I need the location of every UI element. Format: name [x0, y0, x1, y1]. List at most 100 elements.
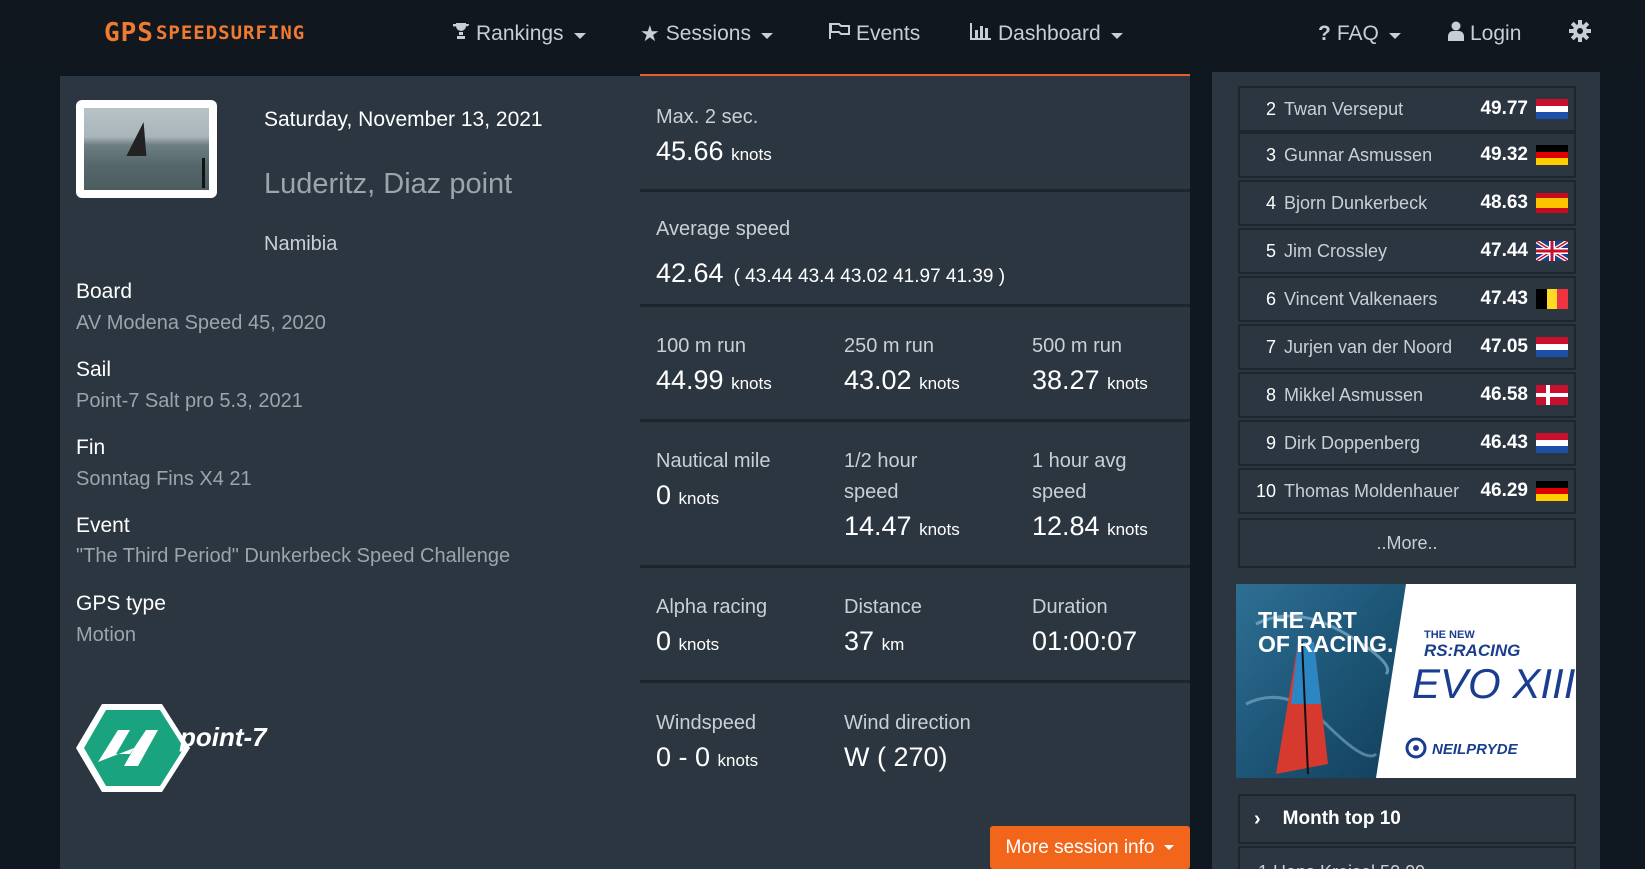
max2-block: Max. 2 sec. 45.66 knots [640, 76, 1190, 192]
rider-name[interactable]: Bjorn Dunkerbeck [1284, 193, 1480, 214]
ad-brand: NEILPRYDE [1432, 741, 1519, 758]
distance-label: Distance [844, 596, 922, 618]
flag-icon [828, 22, 850, 46]
rider-name[interactable]: Vincent Valkenaers [1284, 289, 1480, 310]
rider-speed: 49.77 [1480, 98, 1528, 119]
ad-line1: THE ART [1258, 607, 1357, 633]
run250-unit: knots [919, 374, 960, 393]
rank-number: 6 [1265, 288, 1276, 309]
sail-label: Sail [76, 358, 112, 381]
run100-label: 100 m run [656, 335, 747, 357]
duration-label: Duration [1032, 596, 1108, 618]
month-top10-header[interactable]: › Month top 10 [1238, 794, 1576, 844]
nav-dashboard-label: Dashboard [998, 22, 1101, 45]
ranking-row[interactable]: 10 Thomas Moldenhauer 46.29 [1238, 468, 1576, 514]
rider-name[interactable]: Mikkel Asmussen [1284, 385, 1480, 406]
ranking-more-link[interactable]: ..More.. [1238, 518, 1576, 568]
run500-unit: knots [1107, 374, 1148, 393]
hour-unit: knots [1107, 520, 1148, 539]
winddir-value: W ( 270) [844, 742, 948, 772]
alpha-value: 0 [656, 626, 672, 656]
windsurf-photo [84, 108, 209, 190]
rank-number: 8 [1265, 384, 1276, 405]
nav-events[interactable]: Events [828, 18, 920, 50]
average-block: Average speed 42.64 ( 43.44 43.4 43.02 41… [640, 192, 1190, 307]
nav-login[interactable]: Login [1448, 18, 1521, 50]
nav-rankings[interactable]: Rankings [452, 18, 586, 50]
chevron-down-icon [760, 32, 773, 39]
nav-dashboard[interactable]: Dashboard [970, 18, 1123, 50]
windspeed-unit: knots [717, 751, 759, 770]
more-session-info-button[interactable]: More session info [990, 826, 1190, 869]
rider-speed: 47.43 [1480, 288, 1528, 309]
run500-label: 500 m run [1032, 335, 1123, 357]
rank-number: 10 [1255, 480, 1276, 501]
flag-nl-icon [1536, 99, 1568, 119]
ranking-row[interactable]: 8 Mikkel Asmussen 46.58 [1238, 372, 1576, 418]
fin-value: Sonntag Fins X4 21 [76, 468, 252, 490]
ranking-row[interactable]: 3 Gunnar Asmussen 49.32 [1238, 132, 1576, 178]
halfhour-label-2: speed [844, 481, 899, 503]
flag-de-icon [1536, 481, 1568, 501]
hour-label-1: 1 hour avg [1032, 450, 1127, 472]
month-top10-first-row[interactable]: 1 Hans Kreisel 50.09 [1238, 846, 1576, 869]
logo-speedsurfing: SPEEDSURFING [155, 22, 306, 44]
rider-name[interactable]: Thomas Moldenhauer [1284, 481, 1480, 502]
site-logo[interactable]: GPS SPEEDSURFING [104, 18, 305, 48]
nav-events-label: Events [856, 22, 921, 45]
run250-value: 43.02 [844, 365, 912, 395]
rider-name[interactable]: Jim Crossley [1284, 241, 1480, 262]
average-value: 42.64 [656, 258, 724, 288]
neilpryde-ad[interactable]: THE ART OF RACING. THE NEW RS:RACING EVO… [1236, 584, 1576, 778]
rank-number: 4 [1265, 192, 1276, 213]
navbar: GPS SPEEDSURFING Rankings ★ Sessions Eve… [0, 0, 1645, 72]
rider-speed: 46.43 [1480, 432, 1528, 453]
rider-speed: 46.29 [1480, 480, 1528, 501]
hour-value: 12.84 [1032, 511, 1100, 541]
duration-value: 01:00:07 [1032, 626, 1138, 656]
session-photo[interactable] [76, 100, 217, 198]
rider-name[interactable]: Twan Verseput [1284, 99, 1480, 120]
rider-name[interactable]: Dirk Doppenberg [1284, 433, 1480, 454]
long-runs-block: Nautical mile 0 knots 1/2 hour speed 14.… [640, 422, 1190, 568]
rider-speed: 47.05 [1480, 336, 1528, 357]
settings-button[interactable] [1569, 18, 1591, 50]
run100-value: 44.99 [656, 365, 724, 395]
distance-unit: km [881, 635, 905, 654]
ad-line2: OF RACING. [1258, 631, 1393, 657]
nav-sessions-label: Sessions [665, 22, 751, 45]
chevron-right-icon: › [1254, 807, 1261, 830]
ranking-row[interactable]: 7 Jurjen van der Noord 47.05 [1238, 324, 1576, 370]
ad-product2: EVO XIII [1412, 660, 1576, 707]
average-label: Average speed [656, 218, 791, 240]
windspeed-value: 0 - 0 [656, 742, 711, 772]
gps-type-label: GPS type [76, 592, 166, 615]
nav-sessions[interactable]: ★ Sessions [640, 18, 773, 50]
windspeed-label: Windspeed [656, 712, 757, 734]
session-date: Saturday, November 13, 2021 [264, 108, 543, 131]
ranking-row[interactable]: 5 Jim Crossley 47.44 [1238, 228, 1576, 274]
ranking-row[interactable]: 9 Dirk Doppenberg 46.43 [1238, 420, 1576, 466]
rank-number: 2 [1265, 98, 1276, 119]
sail-value: Point-7 Salt pro 5.3, 2021 [76, 390, 303, 412]
session-location[interactable]: Luderitz, Diaz point [264, 168, 512, 201]
halfhour-unit: knots [919, 520, 960, 539]
event-value[interactable]: "The Third Period" Dunkerbeck Speed Chal… [76, 545, 510, 568]
ranking-row[interactable]: 2 Twan Verseput 49.77 [1238, 86, 1576, 132]
rider-speed: 49.32 [1480, 144, 1528, 165]
flag-dk-icon [1536, 385, 1568, 405]
rider-speed: 48.63 [1480, 192, 1528, 213]
ranking-row[interactable]: 6 Vincent Valkenaers 47.43 [1238, 276, 1576, 322]
nav-faq[interactable]: ? FAQ [1318, 18, 1401, 50]
ranking-row[interactable]: 4 Bjorn Dunkerbeck 48.63 [1238, 180, 1576, 226]
rank-number: 9 [1265, 432, 1276, 453]
rider-name[interactable]: Jurjen van der Noord [1284, 337, 1480, 358]
rank-number: 5 [1265, 240, 1276, 261]
run250-label: 250 m run [844, 335, 935, 357]
ad-product1: RS:RACING [1424, 641, 1520, 660]
alpha-unit: knots [678, 635, 720, 654]
nav-login-label: Login [1470, 22, 1522, 45]
session-country: Namibia [264, 233, 338, 255]
flag-be-icon [1536, 289, 1568, 309]
rider-name[interactable]: Gunnar Asmussen [1284, 145, 1480, 166]
